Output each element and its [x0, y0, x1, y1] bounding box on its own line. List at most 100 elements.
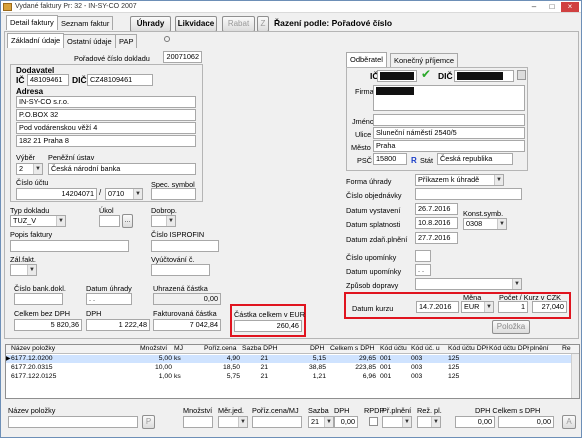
bottom-rez-select[interactable]: ▼	[417, 416, 441, 428]
stat-field[interactable]: Česká republika	[437, 153, 513, 165]
a-button[interactable]: A	[562, 415, 576, 429]
r-label[interactable]: R	[411, 156, 417, 165]
datum-kurzu-field[interactable]: 14.7.2016	[416, 301, 459, 313]
dobrop-select[interactable]: ▼	[151, 215, 176, 227]
col-header[interactable]: DPH	[310, 345, 328, 353]
zal-fakt-select[interactable]: ▼	[10, 264, 37, 276]
cislo-objednavky-field[interactable]	[415, 188, 522, 200]
tab-zakladni-udaje[interactable]: Základní údaje	[7, 33, 65, 48]
address-line-1[interactable]: IN-SY-CO s.r.o.	[16, 96, 196, 108]
col-header[interactable]: plnění	[530, 345, 554, 353]
odb-ic-field[interactable]	[377, 70, 417, 82]
penezni-ustav-field[interactable]: Česká národní banka	[48, 163, 196, 175]
address-line-4[interactable]: 182 21 Praha 8	[16, 135, 196, 147]
datum-vystaveni-field[interactable]: 26.7.2016	[415, 203, 458, 215]
chevron-down-icon[interactable]: ▼	[497, 219, 506, 229]
chevron-down-icon[interactable]: ▼	[512, 279, 521, 289]
tab-detail-faktury[interactable]: Detail faktury	[6, 15, 58, 30]
cislo-isprofin-field[interactable]	[151, 240, 219, 252]
table-row[interactable]: 6177.122.0125 1,00 ks 5,75 21 1,21 6,96 …	[6, 373, 579, 381]
grid-scrollbar[interactable]	[571, 354, 579, 398]
tab-seznam-faktur[interactable]: Seznam faktur	[57, 16, 114, 30]
ukol-field[interactable]	[99, 215, 120, 227]
jmeno-field[interactable]	[373, 114, 525, 126]
popis-faktury-field[interactable]	[10, 240, 129, 252]
bottom-pr-plneni-select[interactable]: ▼	[382, 416, 412, 428]
dic-field[interactable]: CZ48109461	[87, 74, 153, 86]
poradove-cislo-field[interactable]: 20071062	[163, 51, 202, 63]
ic-field[interactable]: 48109461	[27, 74, 69, 86]
tab-konecny-prijemce[interactable]: Konečný příjemce	[390, 53, 459, 67]
mena-select[interactable]: EUR ▼	[461, 301, 494, 313]
table-row[interactable]: ▶ 6177.12.0200 5,00 ks 4,90 21 5,15 29,6…	[6, 355, 579, 363]
bottom-nazev-field[interactable]	[8, 416, 138, 428]
castka-eur-field[interactable]: 260,46	[234, 320, 302, 332]
tab-odberatel[interactable]: Odběratel	[346, 52, 387, 67]
chevron-down-icon[interactable]: ▼	[27, 265, 36, 275]
psc-field[interactable]: 15800	[373, 153, 407, 165]
col-header[interactable]: Kód účtu DPH	[448, 345, 488, 353]
chevron-down-icon[interactable]: ▼	[402, 417, 411, 427]
chevron-down-icon[interactable]: ▼	[494, 175, 503, 185]
minimize-button[interactable]: –	[525, 2, 543, 12]
col-header[interactable]: Název položky	[11, 345, 135, 353]
ukol-lookup-button[interactable]: …	[122, 214, 133, 228]
dph-field[interactable]: 1 222,48	[86, 319, 150, 331]
bottom-dph-value[interactable]: 0,00	[455, 416, 495, 428]
datum-zdan-field[interactable]: 27.7.2016	[415, 232, 458, 244]
chevron-down-icon[interactable]: ▼	[166, 216, 175, 226]
col-header[interactable]: Kód úč. u	[411, 345, 447, 353]
mesto-field[interactable]: Praha	[373, 140, 525, 152]
bottom-mer-jed-select[interactable]: ▼	[218, 416, 248, 428]
col-header[interactable]: Kód účtu DPH	[489, 345, 529, 353]
address-line-2[interactable]: P.O.BOX 32	[16, 109, 196, 121]
kurz-field[interactable]: 27,040	[532, 301, 567, 313]
chevron-down-icon[interactable]: ▼	[238, 417, 247, 427]
fakturovana-castka-field[interactable]: 7 042,84	[153, 319, 221, 331]
chevron-down-icon[interactable]: ▼	[324, 417, 333, 427]
datum-upominky-field[interactable]: . .	[415, 264, 431, 276]
cislo-uctu-field[interactable]: 14204071	[16, 188, 97, 200]
datum-uhrady-field[interactable]: . .	[86, 293, 132, 305]
datum-splatnosti-field[interactable]: 10.8.2016	[415, 217, 458, 229]
cislo-upominky-field[interactable]	[415, 250, 431, 262]
rabat-button[interactable]: Rabat	[222, 16, 255, 32]
maximize-button[interactable]: □	[543, 2, 561, 12]
col-header[interactable]: Celkem s DPH	[330, 345, 378, 353]
bottom-dph-field[interactable]: 0,00	[334, 416, 358, 428]
chevron-down-icon[interactable]: ▼	[56, 216, 65, 226]
uhrady-button[interactable]: Úhrady	[130, 16, 171, 32]
likvidace-button[interactable]: Likvidace	[175, 16, 217, 32]
rpdp-checkbox[interactable]	[369, 417, 378, 426]
typ-dokladu-select[interactable]: TUZ_V ▼	[10, 215, 66, 227]
firma-field[interactable]	[373, 85, 525, 111]
cislo-bank-dokl-field[interactable]	[14, 293, 63, 305]
bottom-sazba-select[interactable]: 21 ▼	[308, 416, 334, 428]
col-header[interactable]: Množství	[140, 345, 172, 353]
tab-pap[interactable]: PAP	[115, 34, 138, 48]
z-button[interactable]: Z	[257, 16, 269, 32]
chevron-down-icon[interactable]: ▼	[431, 417, 440, 427]
tab-ostatni-udaje[interactable]: Ostatní údaje	[63, 34, 116, 48]
copy-icon[interactable]	[517, 70, 526, 80]
p-button[interactable]: P	[142, 415, 155, 429]
pocet-field[interactable]: 1	[498, 301, 528, 313]
odb-dic-field[interactable]	[454, 70, 514, 82]
bottom-poriz-field[interactable]	[252, 416, 302, 428]
col-header[interactable]: Poříz.cena	[204, 345, 240, 353]
spec-symbol-field[interactable]	[151, 188, 196, 200]
ulice-field[interactable]: Sluneční náměstí 2540/5	[373, 127, 525, 139]
konst-symb-select[interactable]: 0308 ▼	[463, 218, 507, 230]
table-row[interactable]: 6177.20.0315 10,00 18,50 21 38,85 223,85…	[6, 364, 579, 372]
kod-banky-select[interactable]: 0710 ▼	[105, 188, 143, 200]
polozka-button[interactable]: Položka	[492, 320, 530, 334]
col-header[interactable]: Re	[562, 345, 574, 353]
chevron-down-icon[interactable]: ▼	[484, 302, 493, 312]
address-line-3[interactable]: Pod vodárenskou věží 4	[16, 122, 196, 134]
col-header[interactable]: Kód účtu	[380, 345, 410, 353]
chevron-down-icon[interactable]: ▼	[133, 189, 142, 199]
vyber-select[interactable]: 2 ▼	[16, 163, 43, 175]
bottom-mnozstvi-field[interactable]	[183, 416, 213, 428]
col-header[interactable]: Sazba DPH	[242, 345, 278, 353]
celkem-bez-dph-field[interactable]: 5 820,36	[14, 319, 82, 331]
